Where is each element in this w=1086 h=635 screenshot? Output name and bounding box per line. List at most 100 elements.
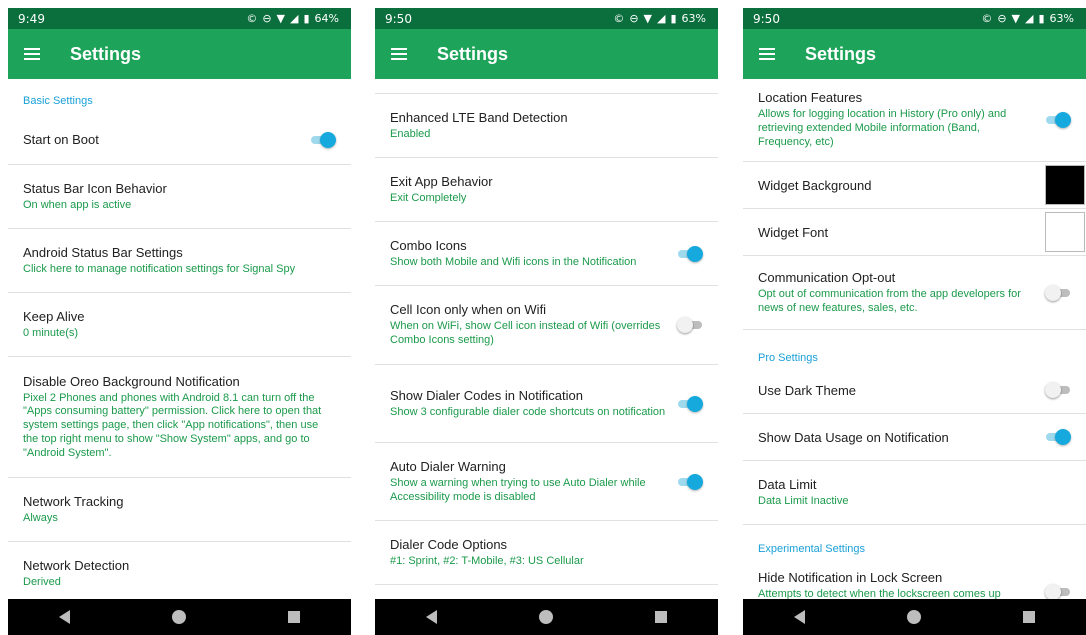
list-divider — [375, 79, 718, 94]
setting-title: Enhanced LTE Band Detection — [390, 109, 568, 125]
hamburger-menu-icon[interactable] — [759, 48, 775, 60]
recents-icon[interactable] — [1023, 611, 1035, 623]
setting-summary: Data Limit Inactive — [758, 494, 849, 507]
dialer-codes-toggle[interactable] — [677, 395, 703, 412]
home-icon[interactable] — [172, 610, 186, 624]
setting-auto-dialer-warning[interactable]: Auto Dialer Warning Show a warning when … — [375, 443, 718, 521]
widget-background-color-swatch[interactable] — [1045, 165, 1085, 205]
opt-out-toggle[interactable] — [1045, 284, 1071, 301]
combo-icons-toggle[interactable] — [677, 245, 703, 262]
setting-title: Keep Alive — [23, 308, 85, 324]
setting-summary: Allows for logging location in History (… — [758, 108, 1007, 148]
setting-title: Widget Background — [758, 177, 872, 193]
home-icon[interactable] — [907, 610, 921, 624]
setting-summary: Always — [23, 511, 58, 524]
recents-icon[interactable] — [655, 611, 667, 623]
setting-title: Hide Notification in Lock Screen — [758, 570, 943, 585]
setting-widget-font[interactable]: Widget Font — [743, 209, 1086, 256]
battery-percent: 63% — [681, 12, 706, 25]
status-time: 9:50 — [385, 11, 412, 26]
setting-title: Network Tracking — [23, 493, 124, 509]
settings-list: Location Features Allows for logging loc… — [743, 79, 1086, 599]
setting-title: Exit App Behavior — [390, 173, 493, 189]
back-icon[interactable] — [426, 610, 437, 624]
setting-title: Dialer Code Options — [390, 536, 508, 552]
do-not-disturb-icon: ⊖ — [997, 12, 1007, 25]
setting-exit-app-behavior[interactable]: Exit App Behavior Exit Completely — [375, 158, 718, 222]
setting-title: Status Bar Icon Behavior — [23, 180, 167, 196]
navigation-bar — [375, 599, 718, 635]
page-title: Settings — [805, 43, 877, 64]
recents-icon[interactable] — [288, 611, 300, 623]
setting-data-limit[interactable]: Data Limit Data Limit Inactive — [743, 461, 1086, 525]
setting-location-features[interactable]: Location Features Allows for logging loc… — [743, 79, 1086, 162]
phone-screen-3: 9:50 © ⊖ ▼ ◢ ▮ 63% Settings Location Fea… — [743, 8, 1086, 635]
setting-summary: Show both Mobile and Wifi icons in the N… — [390, 255, 637, 268]
phone-screen-1: 9:49 © ⊖ ▼ ◢ ▮ 64% Settings Basic Settin… — [8, 8, 351, 635]
start-on-boot-toggle[interactable] — [310, 131, 336, 148]
wifi-icon: ▼ — [1011, 12, 1021, 25]
setting-summary: Click here to manage notification settin… — [23, 262, 296, 275]
setting-combo-icons[interactable]: Combo Icons Show both Mobile and Wifi ic… — [375, 222, 718, 286]
back-icon[interactable] — [59, 610, 70, 624]
data-saver-icon: © — [613, 12, 625, 25]
setting-title: Use Dark Theme — [758, 382, 857, 398]
data-usage-toggle[interactable] — [1045, 429, 1071, 445]
settings-list: Enhanced LTE Band Detection Enabled Exit… — [375, 79, 718, 599]
setting-title: Disable Oreo Background Notification — [23, 373, 240, 389]
setting-enhanced-lte-band[interactable]: Enhanced LTE Band Detection Enabled — [375, 94, 718, 158]
setting-title: Communication Opt-out — [758, 269, 896, 285]
data-saver-icon: © — [246, 12, 258, 25]
setting-keep-alive[interactable]: Keep Alive 0 minute(s) — [8, 293, 351, 357]
signal-icon: ◢ — [290, 12, 299, 25]
setting-summary: Attempts to detect when the lockscreen c… — [758, 588, 1001, 599]
location-features-toggle[interactable] — [1045, 112, 1071, 128]
hamburger-menu-icon[interactable] — [391, 48, 407, 60]
setting-summary: Show 3 configurable dialer code shortcut… — [390, 405, 666, 418]
setting-use-dark-theme[interactable]: Use Dark Theme — [743, 367, 1086, 414]
hide-lock-toggle[interactable] — [1045, 584, 1071, 599]
status-time: 9:49 — [18, 11, 45, 26]
setting-summary: Opt out of communication from the app de… — [758, 287, 1021, 314]
battery-icon: ▮ — [670, 12, 677, 25]
setting-show-dialer-codes[interactable]: Show Dialer Codes in Notification Show 3… — [375, 365, 718, 443]
setting-disable-oreo-notification[interactable]: Disable Oreo Background Notification Pix… — [8, 357, 351, 478]
setting-network-detection[interactable]: Network Detection Derived — [8, 542, 351, 599]
setting-start-on-boot[interactable]: Start on Boot — [8, 115, 351, 165]
setting-summary: Show a warning when trying to use Auto D… — [390, 476, 646, 503]
signal-icon: ◢ — [657, 12, 666, 25]
page-title: Settings — [70, 43, 142, 64]
home-icon[interactable] — [539, 610, 553, 624]
hamburger-menu-icon[interactable] — [24, 48, 40, 60]
navigation-bar — [743, 599, 1086, 635]
settings-list: Basic Settings Start on Boot Status Bar … — [8, 79, 351, 599]
section-header-basic: Basic Settings — [23, 95, 93, 107]
setting-summary: When on WiFi, show Cell icon instead of … — [390, 320, 661, 346]
dark-theme-toggle[interactable] — [1045, 382, 1071, 398]
setting-summary: #1: Sprint, #2: T-Mobile, #3: US Cellula… — [390, 554, 584, 567]
cell-icon-toggle[interactable] — [677, 317, 703, 333]
auto-dialer-toggle[interactable] — [677, 473, 703, 490]
setting-title: Location Features — [758, 90, 863, 106]
setting-show-data-usage[interactable]: Show Data Usage on Notification — [743, 414, 1086, 461]
setting-summary: Exit Completely — [390, 191, 467, 204]
setting-widget-background[interactable]: Widget Background — [743, 162, 1086, 209]
setting-android-status-bar[interactable]: Android Status Bar Settings Click here t… — [8, 229, 351, 293]
setting-status-bar-icon[interactable]: Status Bar Icon Behavior On when app is … — [8, 165, 351, 229]
section-header-experimental: Experimental Settings — [758, 543, 865, 555]
setting-hide-notification-lock-screen[interactable]: Hide Notification in Lock Screen Attempt… — [743, 570, 1086, 599]
app-bar: Settings — [375, 29, 718, 79]
setting-communication-opt-out[interactable]: Communication Opt-out Opt out of communi… — [743, 256, 1086, 330]
setting-title: Start on Boot — [23, 132, 99, 147]
setting-cell-icon-on-wifi[interactable]: Cell Icon only when on Wifi When on WiFi… — [375, 286, 718, 365]
phone-screen-2: 9:50 © ⊖ ▼ ◢ ▮ 63% Settings Enhanced LTE… — [375, 8, 718, 635]
status-bar: 9:50 © ⊖ ▼ ◢ ▮ 63% — [375, 8, 718, 29]
status-time: 9:50 — [753, 11, 780, 26]
app-bar: Settings — [8, 29, 351, 79]
status-bar: 9:50 © ⊖ ▼ ◢ ▮ 63% — [743, 8, 1086, 29]
widget-font-color-swatch[interactable] — [1045, 212, 1085, 252]
setting-dialer-code-options[interactable]: Dialer Code Options #1: Sprint, #2: T-Mo… — [375, 521, 718, 585]
setting-title: Show Dialer Codes in Notification — [390, 387, 583, 403]
setting-network-tracking[interactable]: Network Tracking Always — [8, 478, 351, 542]
back-icon[interactable] — [794, 610, 805, 624]
